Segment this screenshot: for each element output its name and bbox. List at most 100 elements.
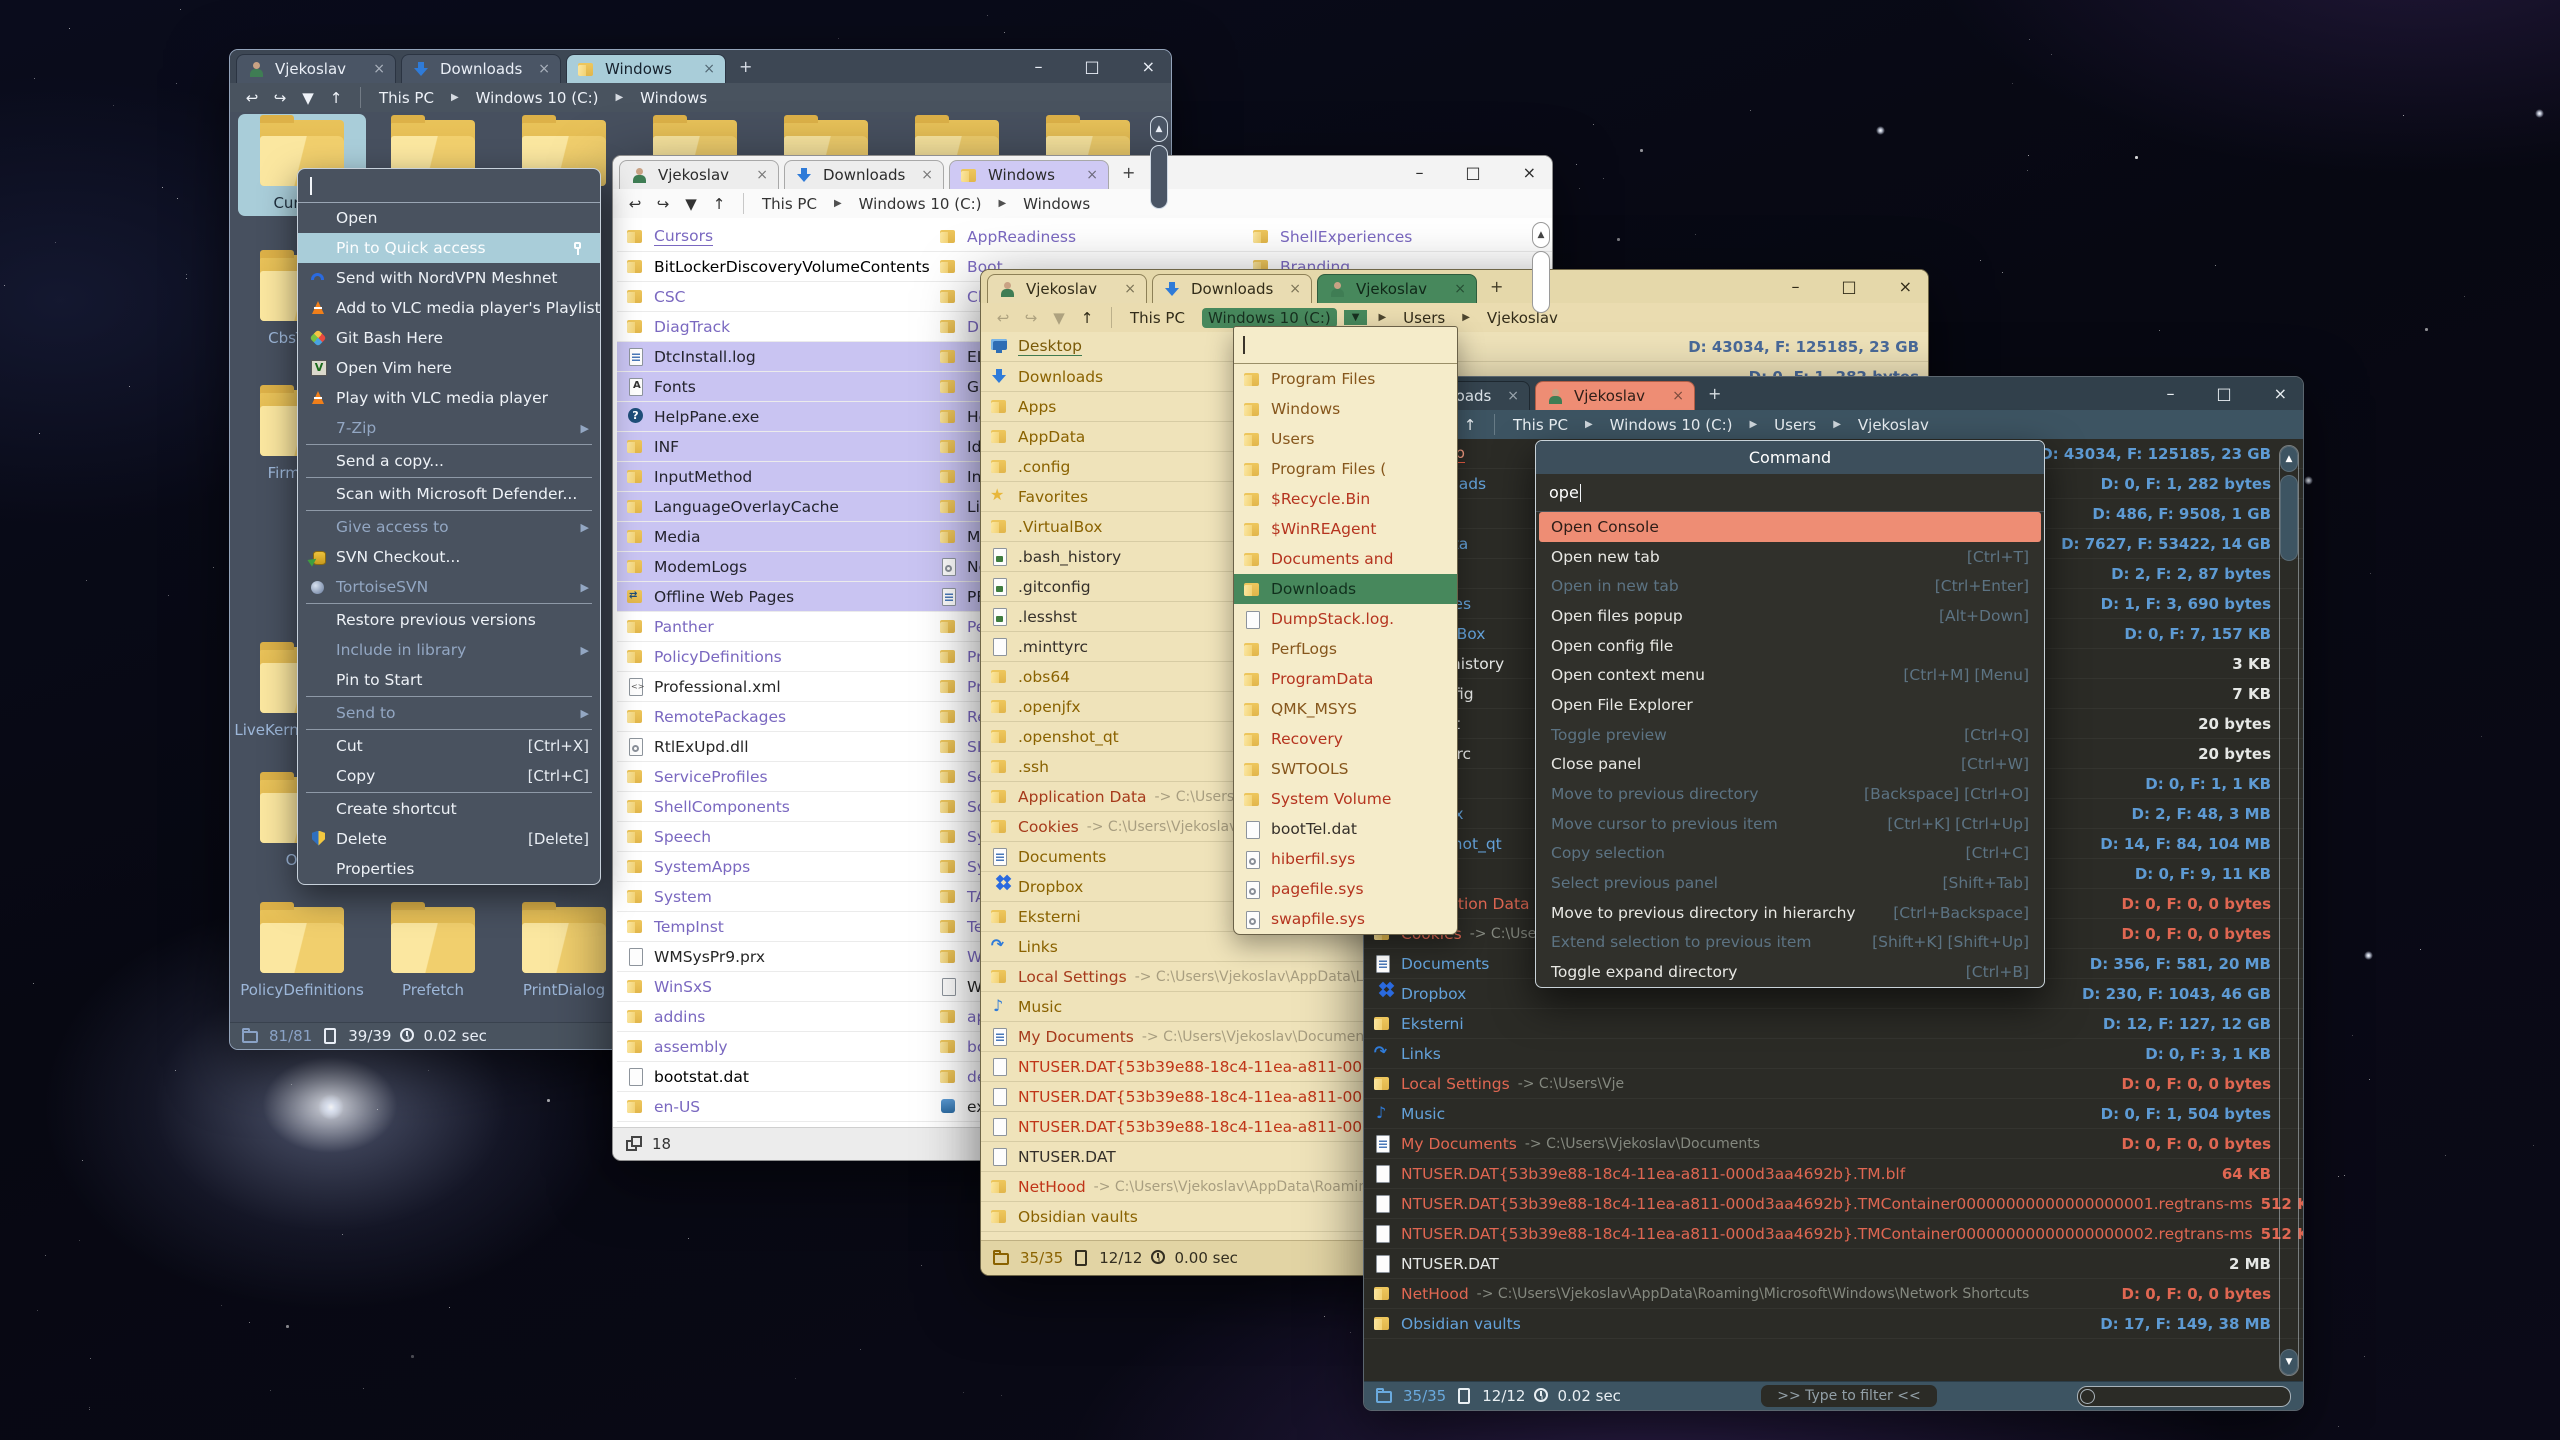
- file-row[interactable]: NTUSER.DAT{53b39e88-18c4-11ea-a811-000d3…: [1364, 1219, 2303, 1249]
- scroll-up-button[interactable]: ▲: [1532, 222, 1550, 248]
- menu-item-delete[interactable]: Delete[Delete]: [298, 824, 600, 854]
- file-row[interactable]: NetHood-> C:\Users\Vjekoslav\AppData\Roa…: [1364, 1279, 2303, 1309]
- file-row[interactable]: en-US: [617, 1092, 930, 1122]
- scroll-down-button[interactable]: ▼: [2280, 1349, 2298, 1375]
- file-row[interactable]: Downloads: [1234, 574, 1457, 604]
- history-button[interactable]: ▼: [296, 89, 320, 107]
- maximize-button[interactable]: □: [1841, 277, 1856, 296]
- file-row[interactable]: InputMethod: [617, 462, 930, 492]
- menu-item-send-with-nordvpn-meshnet[interactable]: Send with NordVPN Meshnet: [298, 263, 600, 293]
- file-row[interactable]: MusicD: 0, F: 1, 504 bytes: [1364, 1099, 2303, 1129]
- tab-downloads[interactable]: Downloads×: [1152, 274, 1312, 303]
- close-button[interactable]: ×: [1899, 277, 1912, 296]
- file-row[interactable]: EksterniD: 12, F: 127, 12 GB: [1364, 1009, 2303, 1039]
- scroll-thumb[interactable]: [1150, 145, 1168, 209]
- tab-vjekoslav[interactable]: Vjekoslav×: [619, 160, 779, 189]
- file-row[interactable]: HelpPane.exe: [617, 402, 930, 432]
- palette-item-copy-selection[interactable]: Copy selection[Ctrl+C]: [1539, 839, 2041, 869]
- tab-close-icon[interactable]: ×: [1086, 167, 1098, 183]
- breadcrumb-dropdown-button[interactable]: ▼: [1344, 310, 1368, 325]
- palette-item-open-in-new-tab[interactable]: Open in new tab[Ctrl+Enter]: [1539, 571, 2041, 601]
- file-row[interactable]: RtlExUpd.dll: [617, 732, 930, 762]
- command-palette-input[interactable]: ope: [1536, 474, 2044, 512]
- tab-downloads[interactable]: Downloads×: [401, 54, 561, 83]
- palette-item-move-cursor-to-previous-item[interactable]: Move cursor to previous item[Ctrl+K] [Ct…: [1539, 809, 2041, 839]
- new-tab-button[interactable]: +: [739, 57, 752, 76]
- palette-item-open-console[interactable]: Open Console: [1539, 512, 2041, 542]
- scroll-up-button[interactable]: ▲: [1150, 116, 1168, 142]
- file-row[interactable]: PolicyDefinitions: [617, 642, 930, 672]
- file-row[interactable]: NTUSER.DAT{53b39e88-18c4-11ea-a811-000d3…: [1364, 1159, 2303, 1189]
- breadcrumb-segment[interactable]: Vjekoslav: [1852, 415, 1935, 435]
- palette-item-open-config-file[interactable]: Open config file: [1539, 631, 2041, 661]
- menu-item-add-to-vlc-media-player-s-playlist[interactable]: Add to VLC media player's Playlist: [298, 293, 600, 323]
- menu-item-open[interactable]: Open: [298, 203, 600, 233]
- tab-vjekoslav[interactable]: Vjekoslav×: [236, 54, 396, 83]
- menu-item-pin-to-start[interactable]: Pin to Start: [298, 665, 600, 695]
- palette-item-select-previous-panel[interactable]: Select previous panel[Shift+Tab]: [1539, 868, 2041, 898]
- file-row[interactable]: Local Settings-> C:\Users\VjeD: 0, F: 0,…: [1364, 1069, 2303, 1099]
- menu-item-pin-to-quick-access[interactable]: Pin to Quick access: [298, 233, 600, 263]
- minimize-button[interactable]: –: [1791, 277, 1799, 296]
- breadcrumb-segment[interactable]: Windows: [634, 88, 713, 108]
- file-row[interactable]: Users: [1234, 424, 1457, 454]
- palette-item-toggle-expand-directory[interactable]: Toggle expand directory[Ctrl+B]: [1539, 957, 2041, 987]
- file-row[interactable]: hiberfil.sys: [1234, 844, 1457, 874]
- menu-item-scan-with-microsoft-defender-[interactable]: Scan with Microsoft Defender...: [298, 479, 600, 509]
- file-row[interactable]: RemotePackages: [617, 702, 930, 732]
- tab-close-icon[interactable]: ×: [373, 61, 385, 77]
- file-row[interactable]: swapfile.sys: [1234, 904, 1457, 934]
- scroll-thumb[interactable]: [1532, 251, 1550, 313]
- menu-item-open-vim-here[interactable]: Open Vim here: [298, 353, 600, 383]
- back-button[interactable]: ↩: [991, 309, 1015, 327]
- file-row[interactable]: pagefile.sys: [1234, 874, 1457, 904]
- file-row[interactable]: Speech: [617, 822, 930, 852]
- file-row[interactable]: PerfLogs: [1234, 634, 1457, 664]
- breadcrumb-segment[interactable]: This PC: [756, 194, 823, 214]
- tab-windows[interactable]: Windows×: [949, 160, 1109, 189]
- tab-windows[interactable]: Windows×: [566, 54, 726, 83]
- file-row[interactable]: BitLockerDiscoveryVolumeContents: [617, 252, 930, 282]
- tab-close-icon[interactable]: ×: [538, 61, 550, 77]
- close-button[interactable]: ×: [1142, 57, 1155, 76]
- back-button[interactable]: ↩: [623, 195, 647, 213]
- file-row[interactable]: ShellComponents: [617, 792, 930, 822]
- tab-close-icon[interactable]: ×: [1454, 281, 1466, 297]
- tab-close-icon[interactable]: ×: [921, 167, 933, 183]
- breadcrumb-segment[interactable]: Windows 10 (C:): [1604, 415, 1739, 435]
- palette-item-toggle-preview[interactable]: Toggle preview[Ctrl+Q]: [1539, 720, 2041, 750]
- file-row[interactable]: Fonts: [617, 372, 930, 402]
- file-row[interactable]: Offline Web Pages: [617, 582, 930, 612]
- grid-item-prefetch[interactable]: Prefetch: [369, 901, 497, 1003]
- scroll-thumb[interactable]: [2280, 475, 2298, 561]
- menu-item-properties[interactable]: Properties: [298, 854, 600, 884]
- palette-item-move-to-previous-directory[interactable]: Move to previous directory[Backspace] [C…: [1539, 779, 2041, 809]
- maximize-button[interactable]: □: [1084, 57, 1099, 76]
- minimize-button[interactable]: –: [1415, 163, 1423, 182]
- palette-item-close-panel[interactable]: Close panel[Ctrl+W]: [1539, 750, 2041, 780]
- menu-item-create-shortcut[interactable]: Create shortcut: [298, 794, 600, 824]
- grid-item-printdialog[interactable]: PrintDialog: [500, 901, 628, 1003]
- tab-vjekoslav[interactable]: Vjekoslav×: [1317, 274, 1477, 303]
- file-row[interactable]: NTUSER.DAT{53b39e88-18c4-11ea-a811-000d3…: [1364, 1189, 2303, 1219]
- menu-item-include-in-library[interactable]: Include in library▶: [298, 635, 600, 665]
- file-row[interactable]: DumpStack.log.: [1234, 604, 1457, 634]
- file-row[interactable]: Recovery: [1234, 724, 1457, 754]
- file-row[interactable]: LanguageOverlayCache: [617, 492, 930, 522]
- up-button[interactable]: ↑: [1458, 416, 1482, 434]
- file-row[interactable]: Program Files (: [1234, 454, 1457, 484]
- palette-item-open-file-explorer[interactable]: Open File Explorer: [1539, 690, 2041, 720]
- file-row[interactable]: $WinREAgent: [1234, 514, 1457, 544]
- breadcrumb-segment[interactable]: Windows: [1017, 194, 1096, 214]
- tab-vjekoslav[interactable]: Vjekoslav×: [987, 274, 1147, 303]
- file-row[interactable]: WinSxS: [617, 972, 930, 1002]
- menu-item-restore-previous-versions[interactable]: Restore previous versions: [298, 605, 600, 635]
- file-row[interactable]: Obsidian vaultsD: 17, F: 149, 38 MB: [1364, 1309, 2303, 1339]
- scroll-up-button[interactable]: ▲: [2280, 446, 2298, 472]
- file-row[interactable]: Professional.xml: [617, 672, 930, 702]
- new-tab-button[interactable]: +: [1490, 277, 1503, 296]
- history-button[interactable]: ▼: [679, 195, 703, 213]
- file-row[interactable]: NTUSER.DAT2 MB: [1364, 1249, 2303, 1279]
- file-row[interactable]: INF: [617, 432, 930, 462]
- up-button[interactable]: ↑: [324, 89, 348, 107]
